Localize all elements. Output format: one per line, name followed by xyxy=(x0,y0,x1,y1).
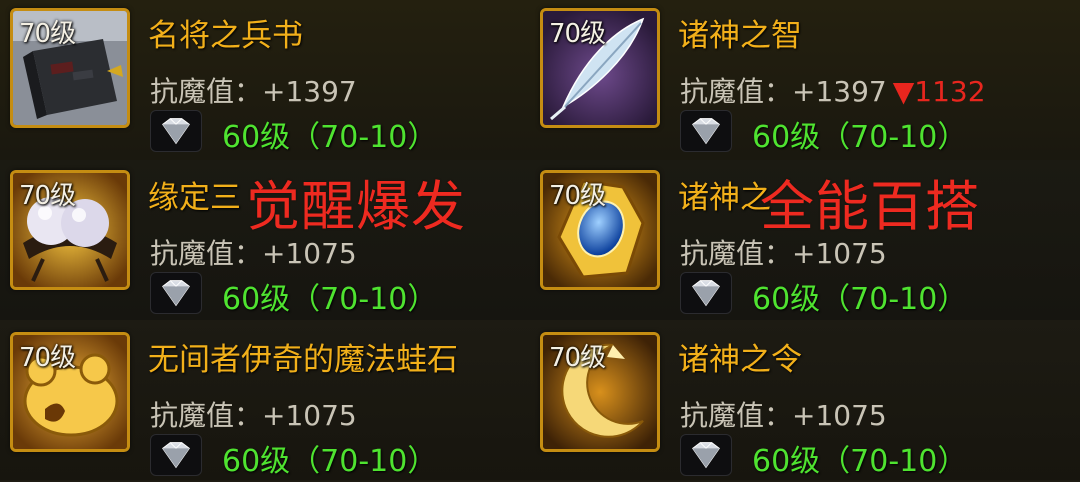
diamond-icon xyxy=(150,434,202,476)
level-requirement: 60级（70-10） xyxy=(222,282,438,317)
item-name: 缘定三 xyxy=(148,180,241,216)
level-requirement: 60级（70-10） xyxy=(222,120,438,155)
item-name: 无间者伊奇的魔法蛙石 xyxy=(148,342,458,378)
item-name: 名将之兵书 xyxy=(148,18,303,54)
level-badge: 70级 xyxy=(549,181,606,211)
level-badge: 70级 xyxy=(19,343,76,373)
diamond-icon xyxy=(150,110,202,152)
level-badge: 70级 xyxy=(549,343,606,373)
magic-resist-stat: 抗魔值：+1397 xyxy=(150,70,357,110)
diamond-icon xyxy=(150,272,202,314)
item-card[interactable]: 70级 诸神之智 抗魔值：+1397 ▼1132 60级（70-10） xyxy=(540,8,1060,158)
stat-label: 抗魔值： xyxy=(680,399,793,432)
diamond-icon xyxy=(680,110,732,152)
magic-resist-stat: 抗魔值：+1397 ▼1132 xyxy=(680,70,986,110)
level-badge: 70级 xyxy=(549,19,606,49)
level-badge: 70级 xyxy=(19,19,76,49)
item-card[interactable]: 70级 诸神之令 抗魔值：+1075 60级（70-10） xyxy=(540,332,1060,482)
level-requirement: 60级（70-10） xyxy=(752,282,968,317)
item-name: 诸神之令 xyxy=(678,342,802,378)
stat-label: 抗魔值： xyxy=(680,237,793,270)
item-name: 诸神之智 xyxy=(678,18,802,54)
overlay-caption-right: 全能百搭 xyxy=(760,175,980,238)
overlay-caption-left: 觉醒爆发 xyxy=(246,175,466,238)
item-icon-frame[interactable]: 70级 xyxy=(10,8,130,128)
item-icon-frame[interactable]: 70级 xyxy=(540,8,660,128)
stat-value: +1075 xyxy=(262,399,357,432)
stat-value: +1075 xyxy=(262,237,357,270)
stat-decrease: ▼1132 xyxy=(892,75,986,108)
stat-label: 抗魔值： xyxy=(680,75,793,108)
stat-label: 抗魔值： xyxy=(150,399,263,432)
level-badge: 70级 xyxy=(19,181,76,211)
item-card[interactable]: 70级 无间者伊奇的魔法蛙石 抗魔值：+1075 60级（70-10） xyxy=(10,332,530,482)
stat-value: +1075 xyxy=(792,399,887,432)
item-icon-frame[interactable]: 70级 xyxy=(540,170,660,290)
level-requirement: 60级（70-10） xyxy=(752,120,968,155)
item-name: 诸神之 xyxy=(678,180,771,216)
diamond-icon xyxy=(680,272,732,314)
diamond-icon xyxy=(680,434,732,476)
magic-resist-stat: 抗魔值：+1075 xyxy=(680,394,887,434)
stat-value: +1075 xyxy=(792,237,887,270)
stat-label: 抗魔值： xyxy=(150,75,263,108)
item-card[interactable]: 70级 名将之兵书 抗魔值：+1397 60级（70-10） xyxy=(10,8,530,158)
item-icon-frame[interactable]: 70级 xyxy=(10,332,130,452)
item-icon-frame[interactable]: 70级 xyxy=(540,332,660,452)
level-requirement: 60级（70-10） xyxy=(222,444,438,479)
stat-value: +1397 xyxy=(262,75,357,108)
level-requirement: 60级（70-10） xyxy=(752,444,968,479)
magic-resist-stat: 抗魔值：+1075 xyxy=(150,394,357,434)
stat-value: +1397 xyxy=(792,75,887,108)
stat-label: 抗魔值： xyxy=(150,237,263,270)
item-icon-frame[interactable]: 70级 xyxy=(10,170,130,290)
